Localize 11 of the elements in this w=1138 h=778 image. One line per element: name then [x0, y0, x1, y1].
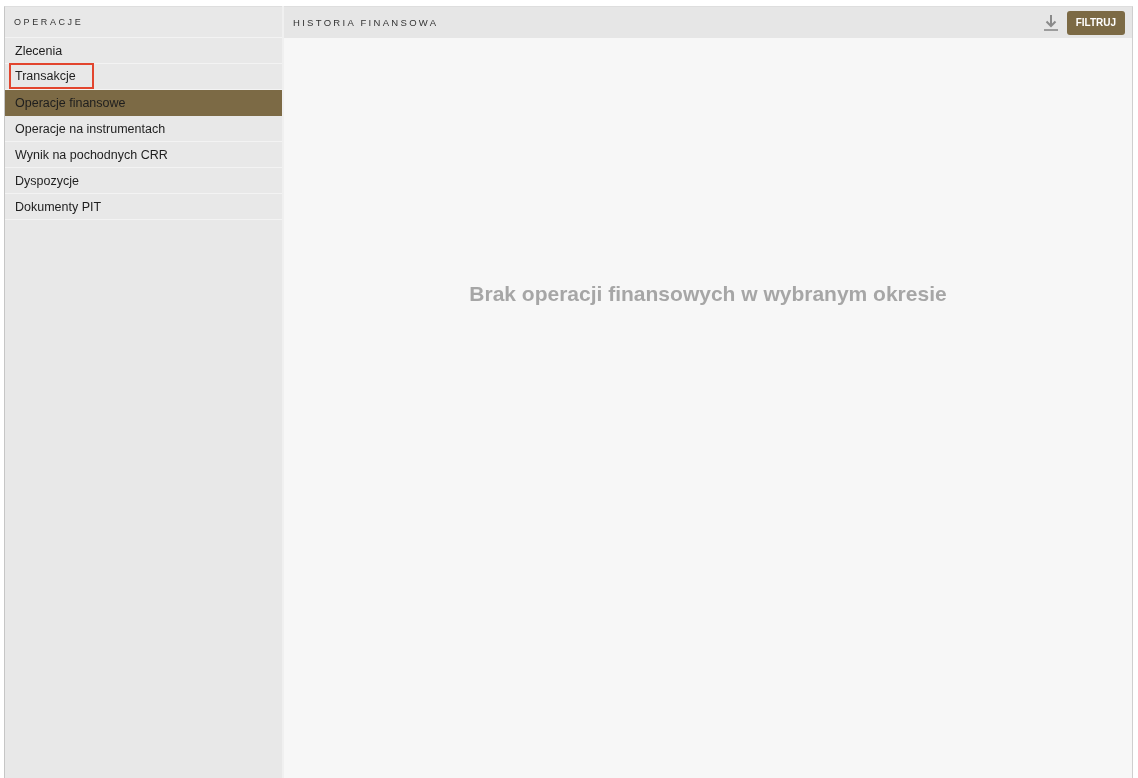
- sidebar-item[interactable]: Operacje na instrumentach: [5, 116, 282, 142]
- sidebar-item[interactable]: Wynik na pochodnych CRR: [5, 142, 282, 168]
- empty-state-message: Brak operacji finansowych w wybranym okresie: [469, 282, 947, 306]
- panel-title: HISTORIA FINANSOWA: [293, 17, 440, 28]
- filter-button[interactable]: FILTRUJ: [1066, 10, 1125, 35]
- sidebar-item[interactable]: Dokumenty PIT: [5, 194, 282, 220]
- highlight-frame: Transakcje: [9, 62, 94, 89]
- sidebar-item[interactable]: Dyspozycje: [5, 168, 282, 194]
- sidebar-title: OPERACJE: [14, 17, 84, 27]
- download-icon[interactable]: [1043, 14, 1058, 31]
- sidebar-item[interactable]: Zlecenia: [5, 38, 282, 64]
